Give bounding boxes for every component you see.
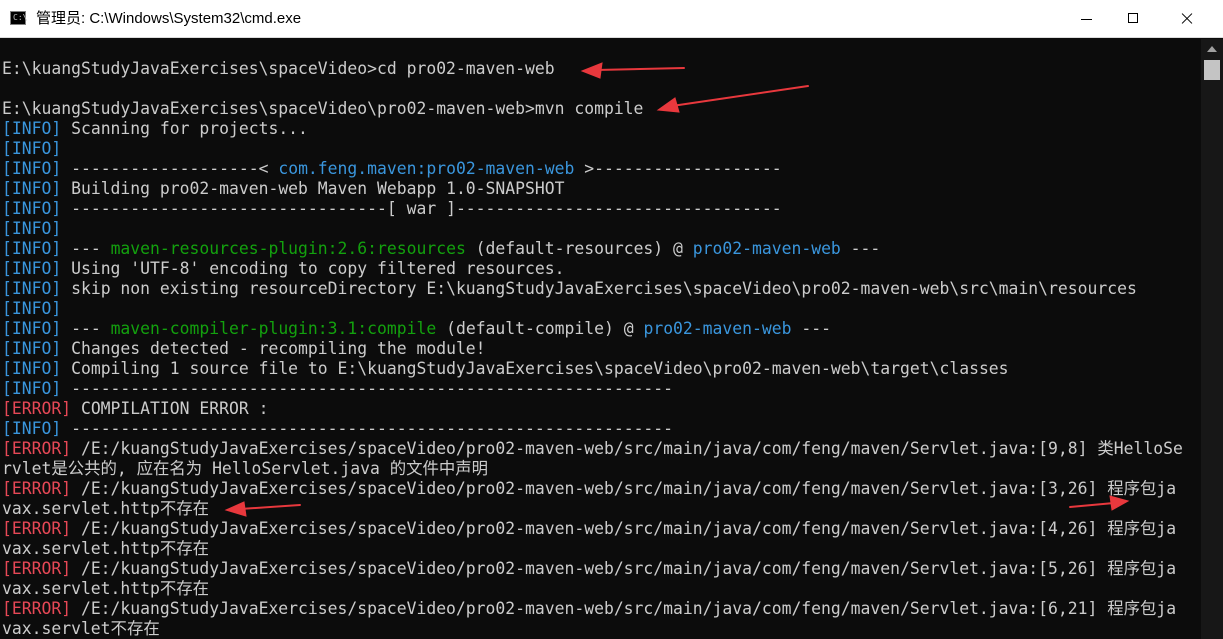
annotation-overlay (224, 62, 1130, 517)
annotation-arrow-icon (656, 85, 809, 113)
annotation-arrow-icon (224, 501, 301, 517)
annotation-arrow-icon (1069, 495, 1130, 511)
annotation-arrow-icon (580, 62, 685, 79)
